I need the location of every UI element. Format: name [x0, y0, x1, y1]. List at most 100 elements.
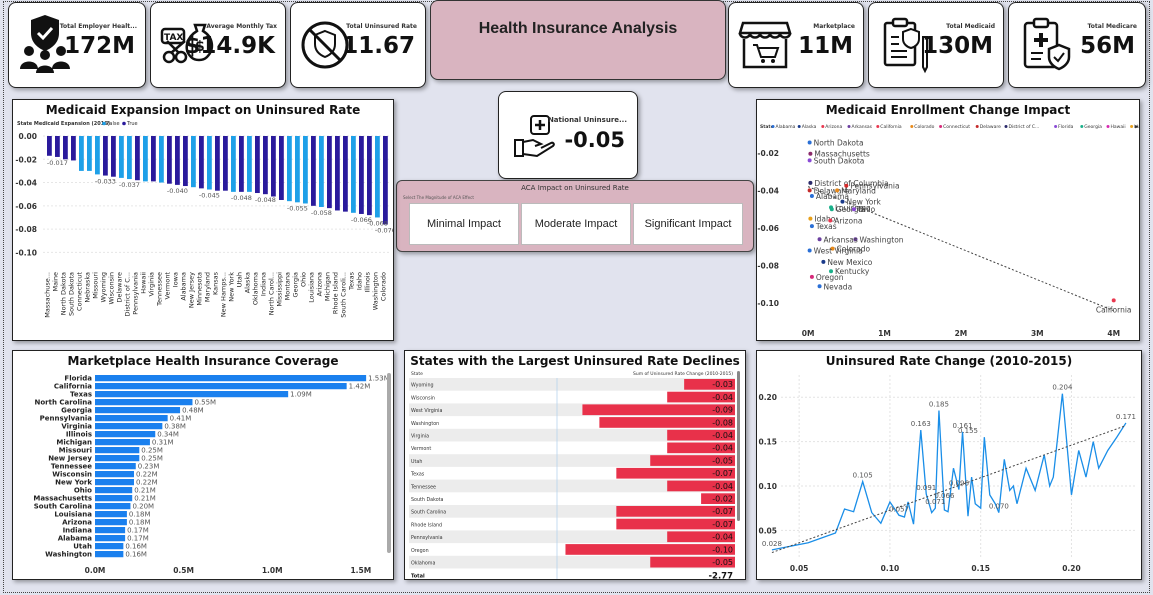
bar [95, 471, 134, 478]
data-label: 0.21M [134, 487, 156, 495]
bar [95, 503, 131, 510]
table-cell-value: -0.03 [712, 380, 733, 389]
bar [239, 136, 244, 192]
page-title: Health Insurance Analysis [478, 20, 678, 37]
x-tick-label: Wisconsin [107, 272, 115, 304]
x-tick-label: Minnesota [195, 272, 203, 306]
bar [87, 136, 92, 171]
bar [151, 136, 156, 182]
bar [95, 399, 193, 406]
uninsured-change-panel: Uninsured Rate Change (2010-2015) 0.05 0.… [756, 350, 1142, 580]
bar [287, 136, 292, 202]
table-cell-state: South Dakota [411, 497, 444, 503]
bar [351, 136, 356, 213]
data-label: 0.105 [853, 472, 873, 480]
column-header-value: Sum of Uninsured Rate Change (2010-2015) [633, 371, 733, 377]
kpi-employer-label: Total Employer Healt... [59, 23, 137, 30]
data-label: 0.070 [989, 503, 1009, 511]
legend-marker [771, 125, 775, 128]
kpi-marketplace-card[interactable]: Marketplace 11M [728, 2, 864, 88]
bar [191, 136, 196, 188]
table-cell-value: -0.04 [712, 482, 733, 491]
scatter-point [809, 194, 814, 199]
kpi-medicare-card[interactable]: Total Medicare 56M [1008, 2, 1146, 88]
table-cell-state: South Carolina [411, 510, 446, 516]
x-tick-label: Utah [235, 272, 243, 287]
kpi-marketplace-label: Marketplace [813, 23, 855, 30]
x-tick-label: Maryland [203, 272, 211, 302]
data-label: 0.48M [182, 407, 204, 415]
y-tick-label: California [54, 383, 92, 391]
series-line [771, 393, 1127, 551]
x-tick-label: South Dakota [67, 272, 75, 316]
bar [319, 136, 324, 207]
table-scrollbar[interactable] [737, 371, 740, 521]
x-tick-label: Wyoming [99, 272, 107, 303]
table-cell-value: -0.07 [712, 469, 733, 478]
scatter-point [808, 216, 813, 221]
kpi-medicaid-value: 130M [922, 33, 993, 59]
x-tick-label: New York [227, 272, 235, 302]
x-tick-label: Missouri [91, 272, 99, 299]
y-tick-label: Missouri [59, 447, 92, 455]
y-tick-label: 0.20 [758, 393, 777, 402]
bar [47, 136, 52, 156]
uninsured-change-title: Uninsured Rate Change (2010-2015) [825, 354, 1073, 368]
bar [295, 136, 300, 203]
bar [95, 407, 181, 414]
x-tick-label: 0.5M [173, 566, 194, 575]
legend-marker [847, 125, 851, 128]
data-label: 0.066 [934, 492, 955, 500]
slicer-subtitle: Select The Magnitude of ACA Effect [403, 195, 474, 200]
x-tick-label: Pennsylvania [131, 272, 139, 315]
bar [311, 136, 316, 206]
option-significant-impact[interactable]: Significant Impact [633, 203, 743, 245]
data-label: 0.22M [136, 479, 158, 487]
bar [103, 136, 108, 176]
title-banner: Health Insurance Analysis [430, 0, 726, 80]
bar [55, 136, 60, 157]
y-tick-label: Indiana [63, 527, 93, 535]
declines-table-title: States with the Largest Uninsured Rate D… [410, 354, 740, 368]
option-minimal-impact[interactable]: Minimal Impact [409, 203, 519, 245]
bar [111, 136, 116, 177]
marketplace-scrollbar[interactable] [387, 373, 391, 553]
kpi-medicaid-card[interactable]: Total Medicaid 130M [868, 2, 1004, 88]
bar [95, 423, 163, 430]
kpi-employer-card[interactable]: Total Employer Healt... 172M [8, 2, 146, 88]
data-label: 1.09M [290, 391, 312, 399]
bar [95, 455, 140, 462]
table-cell-value: -0.08 [712, 418, 733, 427]
bar [95, 391, 289, 398]
kpi-tax-card[interactable]: TAX $ Average Monthly Tax $14.9K [150, 2, 286, 88]
table-cell-state: Texas [410, 472, 425, 478]
x-tick-label: 1M [878, 329, 891, 338]
bar [159, 136, 164, 183]
legend-title: State Medicaid Expansion (2016) [17, 121, 110, 127]
data-label: 0.23M [138, 463, 160, 471]
marketplace-panel: Marketplace Health Insurance Coverage Fl… [12, 350, 394, 580]
bar [79, 136, 84, 171]
table-total-label: Total [411, 574, 425, 580]
scatter-point [851, 207, 856, 212]
scatter-point [807, 188, 812, 193]
kpi-uninsured-card[interactable]: Total Uninsured Rate 11.67 [290, 2, 426, 88]
scatter-point [821, 259, 826, 264]
marketplace-chart: Florida 1.53MCalifornia 1.42MTexas 1.09MNor… [33, 375, 389, 575]
bar [95, 543, 124, 550]
kpi-national-card[interactable]: National Uninsure... -0.05 [498, 91, 638, 179]
aca-impact-slicer: ACA Impact on Uninsured Rate Select The … [396, 180, 754, 252]
data-label: 0.25M [141, 455, 163, 463]
y-tick-label: Alabama [58, 535, 93, 543]
data-label: -0.045 [199, 192, 220, 200]
table-cell-state: Oklahoma [411, 561, 435, 567]
bar [95, 383, 347, 390]
y-tick-label: -0.06 [15, 202, 37, 211]
data-label: -0.033 [95, 178, 116, 186]
y-tick-label: -0.02 [15, 155, 37, 164]
option-moderate-impact[interactable]: Moderate Impact [521, 203, 631, 245]
legend-marker-false [102, 121, 106, 126]
scatter-point [809, 224, 814, 229]
bar [167, 136, 172, 184]
kpi-marketplace-value: 11M [798, 33, 853, 59]
